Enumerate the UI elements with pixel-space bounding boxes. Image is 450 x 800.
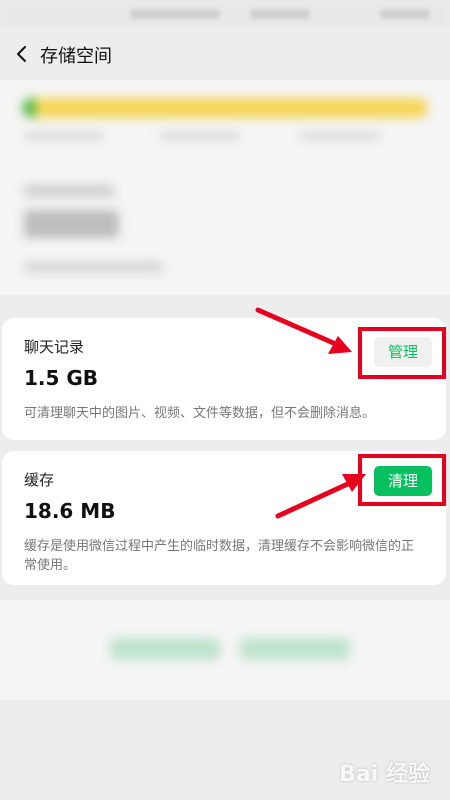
cache-card: 缓存 18.6 MB 缓存是使用微信过程中产生的临时数据，清理缓存不会影响微信的…: [2, 451, 446, 585]
back-arrow-icon[interactable]: [10, 42, 34, 66]
page-title: 存储空间: [40, 46, 112, 67]
cache-description: 缓存是使用微信过程中产生的临时数据，清理缓存不会影响微信的正常使用。: [24, 539, 415, 573]
nav-bar: 存储空间: [0, 28, 450, 80]
storage-overview: [0, 80, 450, 295]
clean-highlight-box: [358, 454, 446, 506]
watermark: Bai 经验: [339, 762, 430, 787]
chat-records-size: 1.5 GB: [24, 366, 99, 390]
manage-highlight-box: [358, 327, 446, 379]
cache-size: 18.6 MB: [24, 499, 116, 523]
status-bar: [0, 0, 450, 28]
cache-title: 缓存: [24, 471, 55, 489]
chat-records-title: 聊天记录: [24, 338, 85, 356]
bottom-blurred-area: Bai 经验: [0, 600, 450, 800]
storage-usage-bar: [22, 98, 428, 118]
chat-records-card: 聊天记录 1.5 GB 可清理聊天中的图片、视频、文件等数据，但不会删除消息。 …: [2, 318, 446, 440]
chat-records-description: 可清理聊天中的图片、视频、文件等数据，但不会删除消息。: [24, 406, 376, 421]
